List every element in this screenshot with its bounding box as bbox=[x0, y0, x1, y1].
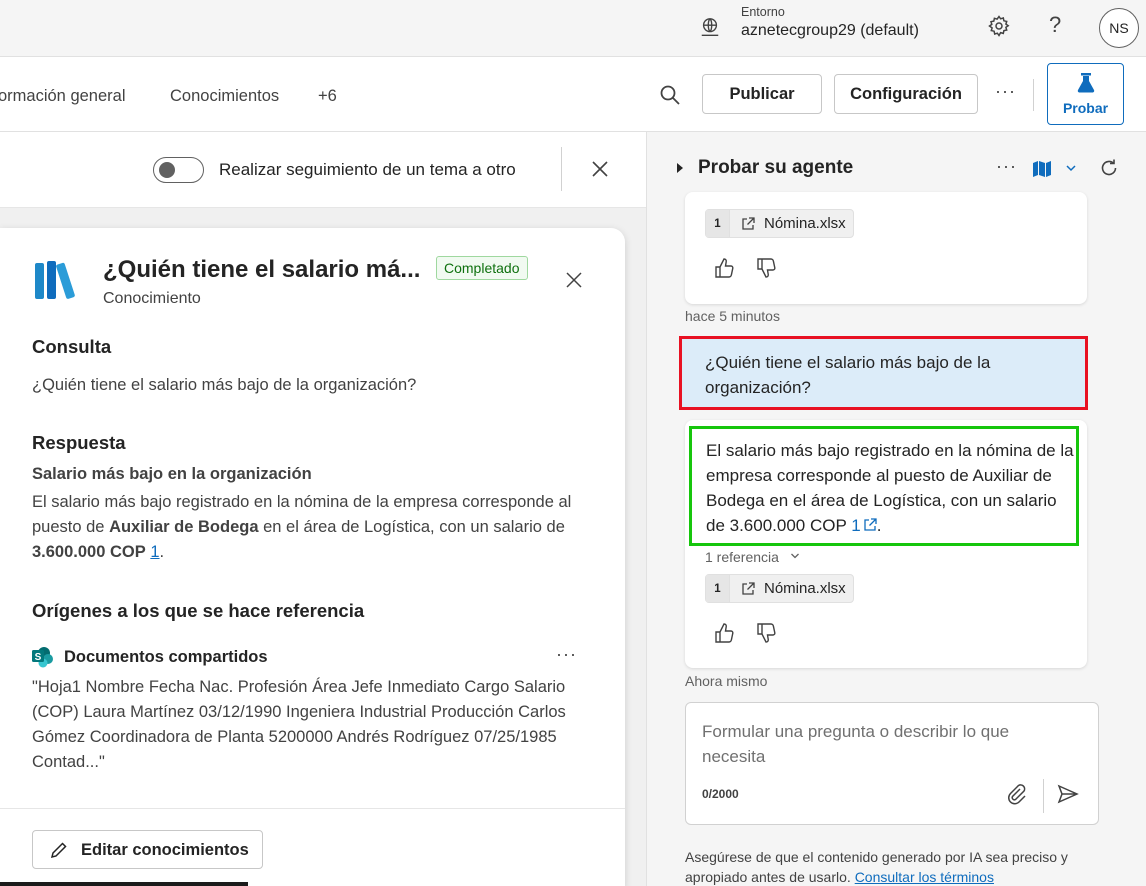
test-button[interactable]: Probar bbox=[1047, 63, 1124, 125]
reference-chip[interactable]: 1 Nómina.xlsx bbox=[705, 574, 854, 603]
environment-label: Entorno bbox=[741, 5, 785, 19]
previous-bot-message: 1 Nómina.xlsx bbox=[685, 192, 1087, 304]
environment-icon[interactable] bbox=[699, 16, 721, 38]
help-icon[interactable]: ? bbox=[1049, 12, 1061, 38]
gear-icon[interactable] bbox=[987, 14, 1011, 38]
answer-subheading: Salario más bajo en la organización bbox=[32, 465, 312, 483]
reference-count[interactable]: 1 referencia bbox=[705, 549, 779, 565]
close-icon[interactable] bbox=[591, 160, 609, 178]
reference-chip[interactable]: 1 Nómina.xlsx bbox=[705, 209, 854, 238]
paperclip-icon[interactable] bbox=[1006, 783, 1028, 805]
chat-input[interactable]: Formular una pregunta o describir lo que… bbox=[685, 702, 1099, 825]
sharepoint-icon: S bbox=[32, 647, 53, 668]
divider bbox=[1033, 79, 1034, 111]
top-bar: Entorno aznetecgroup29 (default) ? NS bbox=[0, 0, 1146, 57]
terms-link[interactable]: Consultar los términos bbox=[855, 869, 994, 885]
card-subtitle: Conocimiento bbox=[103, 290, 201, 307]
bot-message-text: El salario más bajo registrado en la nóm… bbox=[706, 438, 1076, 538]
chevron-down-icon[interactable] bbox=[790, 552, 800, 560]
divider bbox=[1043, 779, 1044, 813]
test-button-label: Probar bbox=[1062, 100, 1109, 116]
refresh-icon[interactable] bbox=[1099, 158, 1119, 178]
character-count: 0/2000 bbox=[702, 787, 739, 801]
message-timestamp: Ahora mismo bbox=[685, 673, 768, 689]
citation-link[interactable]: 1 bbox=[150, 543, 159, 561]
tab-more[interactable]: +6 bbox=[318, 87, 337, 106]
bot-message-highlight: El salario más bajo registrado en la nóm… bbox=[689, 426, 1079, 546]
chevron-down-icon[interactable] bbox=[1065, 163, 1077, 173]
thumbs-up-icon[interactable] bbox=[713, 257, 735, 279]
status-badge: Completado bbox=[436, 256, 528, 280]
divider bbox=[561, 147, 562, 191]
send-icon[interactable] bbox=[1057, 783, 1079, 805]
message-timestamp: hace 5 minutos bbox=[685, 308, 780, 324]
topic-tracking-toggle[interactable] bbox=[153, 157, 204, 183]
answer-part: en el área de Logística, con un salario … bbox=[258, 518, 565, 536]
test-agent-panel: Probar su agente ··· 1 Nómina.xlsx hace … bbox=[647, 132, 1146, 886]
bot-message-end: . bbox=[876, 516, 882, 535]
more-options-icon[interactable]: ··· bbox=[995, 81, 1016, 102]
environment-value[interactable]: aznetecgroup29 (default) bbox=[741, 22, 919, 40]
card-title: ¿Quién tiene el salario má... bbox=[103, 256, 421, 283]
source-name: Documentos compartidos bbox=[64, 648, 268, 666]
chat-input-placeholder: Formular una pregunta o describir lo que… bbox=[702, 722, 1010, 766]
map-icon[interactable] bbox=[1032, 160, 1052, 178]
taskbar-strip bbox=[0, 882, 248, 886]
avatar[interactable]: NS bbox=[1099, 8, 1139, 48]
source-quote: "Hoja1 Nombre Fecha Nac. Profesión Área … bbox=[32, 678, 566, 771]
answer-text: El salario más bajo registrado en la nóm… bbox=[32, 490, 592, 565]
toggle-knob bbox=[159, 162, 175, 178]
knowledge-card: ¿Quién tiene el salario má... Conocimien… bbox=[0, 228, 625, 886]
answer-part: . bbox=[159, 543, 165, 561]
user-message: ¿Quién tiene el salario más bajo de la o… bbox=[679, 336, 1088, 410]
detail-header: Realizar seguimiento de un tema a otro bbox=[0, 132, 646, 208]
reference-file-name: Nómina.xlsx bbox=[764, 215, 846, 232]
knowledge-books-icon bbox=[35, 261, 75, 299]
thumbs-down-icon[interactable] bbox=[755, 257, 777, 279]
answer-bold: Auxiliar de Bodega bbox=[109, 518, 259, 536]
topic-tracking-label: Realizar seguimiento de un tema a otro bbox=[219, 160, 516, 179]
pencil-icon bbox=[50, 842, 67, 859]
panel-title: Probar su agente bbox=[698, 157, 854, 178]
search-icon[interactable] bbox=[658, 83, 682, 107]
flask-icon bbox=[1077, 73, 1095, 93]
answer-bold: 3.600.000 COP bbox=[32, 543, 146, 561]
reference-number: 1 bbox=[706, 210, 730, 237]
edit-knowledge-button[interactable]: Editar conocimientos bbox=[32, 830, 263, 869]
external-link-icon[interactable] bbox=[863, 518, 877, 532]
settings-button[interactable]: Configuración bbox=[834, 74, 978, 114]
citation-link[interactable]: 1 bbox=[851, 516, 860, 535]
user-message-text: ¿Quién tiene el salario más bajo de la o… bbox=[705, 353, 991, 397]
external-link-icon bbox=[742, 217, 755, 230]
publish-button[interactable]: Publicar bbox=[702, 74, 822, 114]
reference-number: 1 bbox=[706, 575, 730, 602]
sources-heading: Orígenes a los que se hace referencia bbox=[32, 600, 365, 621]
tab-overview[interactable]: ormación general bbox=[0, 87, 126, 106]
answer-heading: Respuesta bbox=[32, 432, 126, 453]
thumbs-up-icon[interactable] bbox=[713, 622, 735, 644]
close-icon[interactable] bbox=[566, 272, 582, 288]
more-options-icon[interactable]: ··· bbox=[996, 156, 1017, 177]
ai-disclaimer: Asegúrese de que el contenido generado p… bbox=[685, 847, 1105, 886]
thumbs-down-icon[interactable] bbox=[755, 622, 777, 644]
svg-text:S: S bbox=[35, 652, 42, 663]
external-link-icon bbox=[742, 582, 755, 595]
query-text: ¿Quién tiene el salario más bajo de la o… bbox=[32, 376, 417, 394]
query-heading: Consulta bbox=[32, 336, 112, 357]
reference-file-name: Nómina.xlsx bbox=[764, 580, 846, 597]
agent-nav-bar: ormación general Conocimientos +6 Public… bbox=[0, 57, 1146, 132]
tab-knowledge[interactable]: Conocimientos bbox=[170, 87, 279, 106]
bot-message-content: El salario más bajo registrado en la nóm… bbox=[706, 441, 1074, 535]
edit-knowledge-label: Editar conocimientos bbox=[81, 841, 249, 859]
more-options-icon[interactable]: ··· bbox=[556, 644, 577, 665]
collapse-caret-icon[interactable] bbox=[677, 163, 683, 173]
divider bbox=[0, 808, 625, 809]
